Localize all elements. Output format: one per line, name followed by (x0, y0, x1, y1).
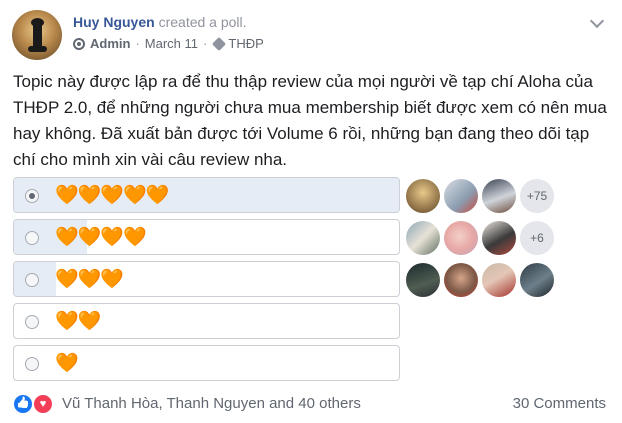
admin-icon (73, 37, 85, 50)
voter-avatar[interactable] (482, 263, 516, 297)
post-footer: ♥ Vũ Thanh Hòa, Thanh Nguyen and 40 othe… (12, 392, 612, 416)
radio-icon[interactable] (25, 189, 39, 203)
poll-option-label: 🧡🧡🧡🧡 (55, 227, 147, 248)
voter-avatar[interactable] (482, 179, 516, 213)
poll: 🧡🧡🧡🧡🧡 +75 🧡🧡🧡🧡 +6 🧡🧡🧡 🧡🧡 🧡 (13, 177, 613, 387)
comments-count[interactable]: 30 Comments (513, 395, 606, 412)
voter-avatar[interactable] (482, 221, 516, 255)
post-header: Huy Nguyen created a poll. Admin · March… (12, 10, 612, 60)
post-meta: Admin · March 11 · THĐP (73, 36, 264, 51)
poll-option-3[interactable]: 🧡🧡🧡 (13, 261, 613, 299)
poll-option-box[interactable]: 🧡🧡🧡 (13, 261, 400, 297)
reaction-icons[interactable]: ♥ (12, 393, 58, 415)
tag-icon (212, 36, 227, 51)
poll-option-box[interactable]: 🧡🧡🧡🧡🧡 (13, 177, 400, 213)
poll-option-5[interactable]: 🧡 (13, 345, 613, 383)
more-voters-count[interactable]: +75 (520, 179, 554, 213)
radio-icon[interactable] (25, 357, 39, 371)
voter-avatar[interactable] (444, 179, 478, 213)
voter-avatar[interactable] (520, 263, 554, 297)
voter-avatars[interactable] (406, 263, 554, 297)
voter-avatar[interactable] (444, 221, 478, 255)
voter-avatars[interactable]: +75 (406, 179, 554, 213)
poll-option-2[interactable]: 🧡🧡🧡🧡 +6 (13, 219, 613, 257)
poll-option-label: 🧡🧡🧡🧡🧡 (55, 185, 169, 206)
poll-option-label: 🧡🧡 (55, 311, 101, 332)
more-voters-count[interactable]: +6 (520, 221, 554, 255)
radio-icon[interactable] (25, 273, 39, 287)
voter-avatar[interactable] (406, 263, 440, 297)
radio-icon[interactable] (25, 231, 39, 245)
chevron-down-icon[interactable] (589, 13, 605, 29)
poll-option-box[interactable]: 🧡 (13, 345, 400, 381)
separator: · (135, 36, 140, 51)
topic-tag[interactable]: THĐP (228, 36, 263, 51)
voter-avatar[interactable] (406, 221, 440, 255)
voter-avatar[interactable] (406, 179, 440, 213)
author-line: Huy Nguyen created a poll. (73, 14, 247, 30)
post-action: created a poll. (158, 14, 247, 30)
reactors-list[interactable]: Vũ Thanh Hòa, Thanh Nguyen and 40 others (62, 395, 361, 412)
radio-icon[interactable] (25, 315, 39, 329)
voter-avatars[interactable]: +6 (406, 221, 554, 255)
author-avatar[interactable] (12, 10, 62, 60)
poll-option-4[interactable]: 🧡🧡 (13, 303, 613, 341)
poll-option-box[interactable]: 🧡🧡 (13, 303, 400, 339)
poll-option-label: 🧡 (55, 353, 79, 374)
poll-option-box[interactable]: 🧡🧡🧡🧡 (13, 219, 400, 255)
poll-option-1[interactable]: 🧡🧡🧡🧡🧡 +75 (13, 177, 613, 215)
admin-badge: Admin (90, 36, 131, 51)
author-name[interactable]: Huy Nguyen (73, 14, 155, 30)
voter-avatar[interactable] (444, 263, 478, 297)
poll-option-label: 🧡🧡🧡 (55, 269, 124, 290)
like-icon[interactable] (12, 393, 34, 415)
post-body: Topic này được lập ra để thu thập review… (13, 72, 607, 169)
post-date[interactable]: March 11 (145, 36, 198, 51)
love-icon[interactable]: ♥ (32, 393, 54, 415)
separator: · (203, 36, 208, 51)
